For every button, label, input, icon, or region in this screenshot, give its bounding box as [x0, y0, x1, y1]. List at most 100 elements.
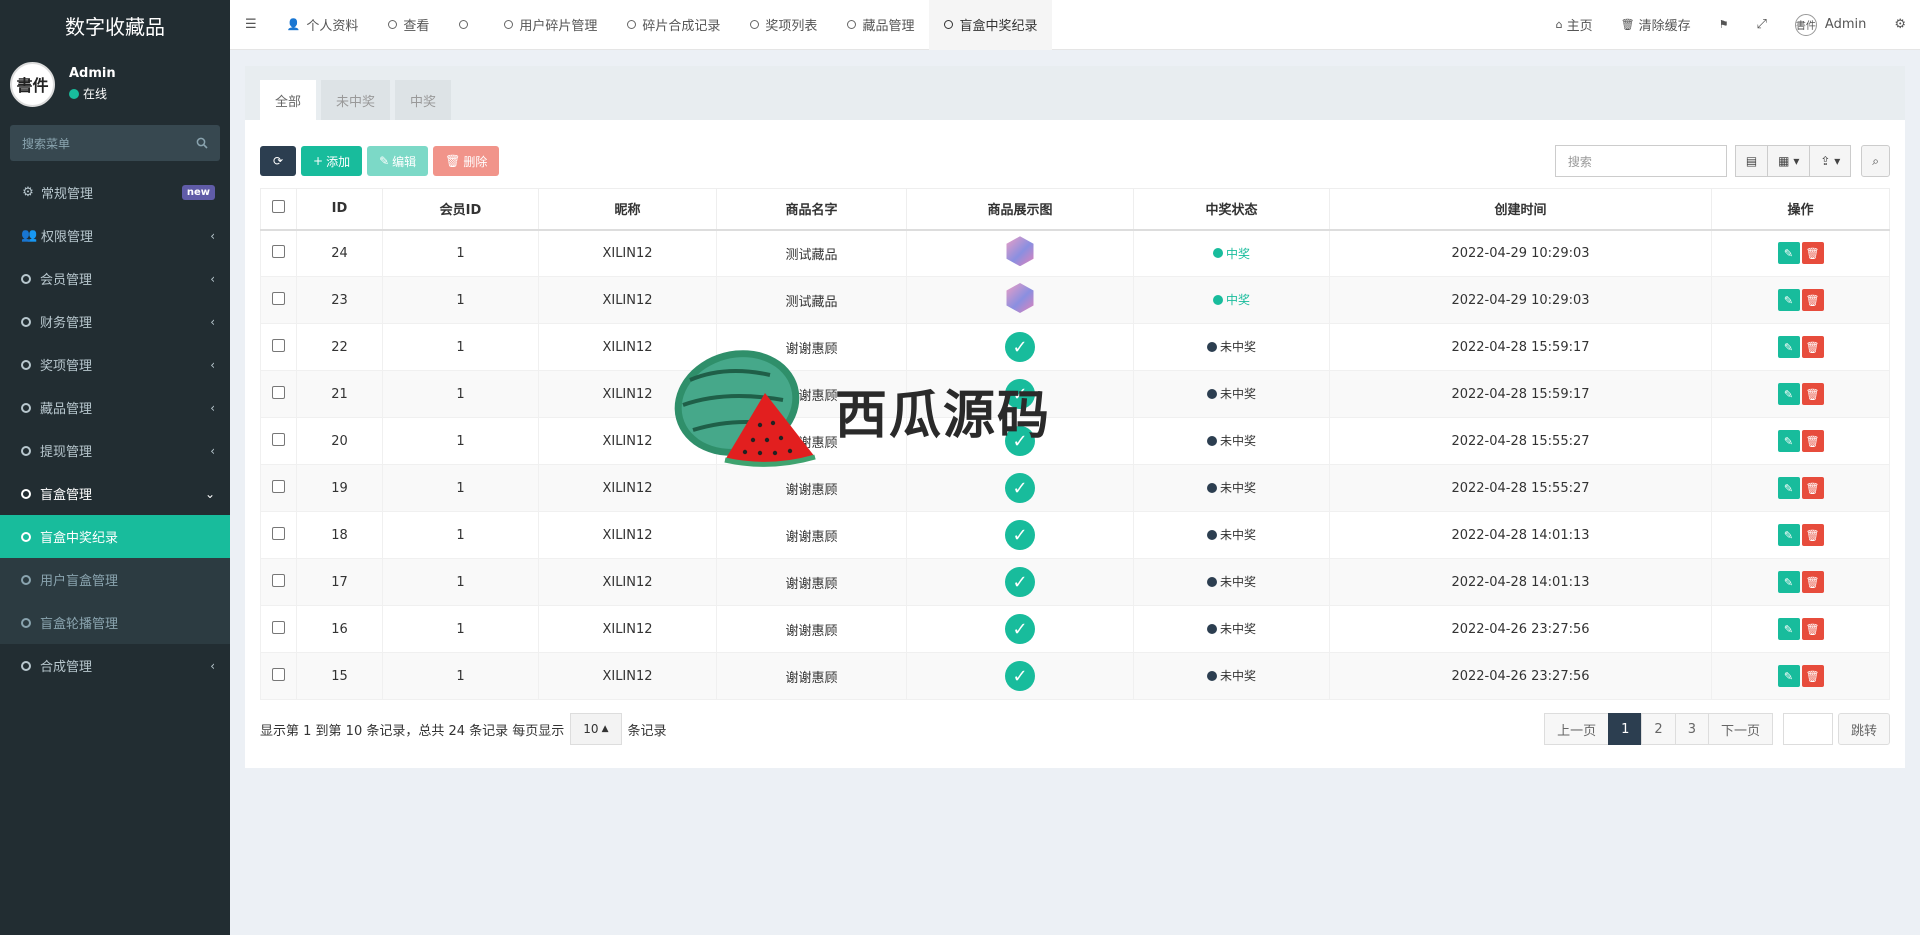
check-circle-icon[interactable]: ✓	[1005, 473, 1035, 503]
settings-button[interactable]: ⚙	[1880, 0, 1920, 50]
brand-title[interactable]: 数字收藏品	[0, 0, 230, 50]
row-edit-button[interactable]: ✎	[1777, 618, 1800, 640]
row-edit-button[interactable]: ✎	[1777, 383, 1800, 405]
check-circle-icon[interactable]: ✓	[1005, 567, 1035, 597]
toggle-view-button[interactable]: ▤	[1734, 145, 1769, 177]
status-badge[interactable]: 中奖	[1212, 245, 1250, 262]
table-row[interactable]: 23 1 XILIN12 测试藏品 中奖 2022-04-29 10:29:03 ✎ 🗑	[260, 276, 1890, 324]
jump-button[interactable]: 跳转	[1837, 713, 1890, 745]
columns-button[interactable]: ▦ ▾	[1768, 145, 1811, 177]
table-row[interactable]: 17 1 XILIN12 谢谢惠顾 ✓ 未中奖 2022-04-28 14:01:13 ✎ 🗑	[260, 558, 1890, 606]
row-edit-button[interactable]: ✎	[1777, 571, 1800, 593]
status-badge[interactable]: 中奖	[1212, 291, 1250, 308]
tab-profile[interactable]: 👤 个人资料	[272, 0, 374, 50]
product-thumbnail[interactable]	[1006, 236, 1034, 267]
row-checkbox[interactable]	[272, 526, 285, 540]
row-checkbox[interactable]	[272, 479, 285, 493]
sidebar-subitem-blindbox-carousel[interactable]: 盲盒轮播管理	[0, 601, 230, 644]
clear-cache-button[interactable]: 🗑 清除缓存	[1607, 0, 1705, 50]
delete-button[interactable]: 🗑 删除	[433, 146, 500, 176]
row-checkbox[interactable]	[272, 573, 285, 587]
row-delete-button[interactable]: 🗑	[1801, 618, 1824, 640]
table-row[interactable]: 18 1 XILIN12 谢谢惠顾 ✓ 未中奖 2022-04-28 14:01:13 ✎ 🗑	[260, 511, 1890, 559]
row-delete-button[interactable]: 🗑	[1801, 477, 1824, 499]
status-badge[interactable]: 未中奖	[1206, 479, 1256, 496]
status-badge[interactable]: 未中奖	[1206, 385, 1256, 402]
row-delete-button[interactable]: 🗑	[1801, 430, 1824, 452]
row-delete-button[interactable]: 🗑	[1801, 242, 1824, 265]
row-checkbox[interactable]	[272, 620, 285, 634]
add-button[interactable]: + 添加	[301, 146, 363, 176]
row-edit-button[interactable]: ✎	[1777, 242, 1800, 265]
sidebar-item-general[interactable]: ⚙ 常规管理 new	[0, 171, 230, 214]
tab-fragment-synthesis[interactable]: 碎片合成记录	[612, 0, 735, 50]
table-row[interactable]: 24 1 XILIN12 测试藏品 中奖 2022-04-29 10:29:03 ✎ 🗑	[260, 229, 1890, 277]
sidebar-item-member[interactable]: 会员管理 ‹	[0, 257, 230, 300]
row-edit-button[interactable]: ✎	[1777, 524, 1800, 546]
check-circle-icon[interactable]: ✓	[1005, 661, 1035, 691]
row-checkbox[interactable]	[272, 385, 285, 399]
table-row[interactable]: 19 1 XILIN12 谢谢惠顾 ✓ 未中奖 2022-04-28 15:55:27 ✎ 🗑	[260, 464, 1890, 512]
row-edit-button[interactable]: ✎	[1777, 336, 1800, 358]
home-link[interactable]: ⌂ 主页	[1542, 0, 1607, 50]
tab-blindbox-records[interactable]: 盲盒中奖纪录	[929, 0, 1053, 50]
row-checkbox[interactable]	[272, 291, 285, 305]
page-2-button[interactable]: 2	[1641, 713, 1676, 745]
status-badge[interactable]: 未中奖	[1206, 573, 1256, 590]
refresh-button[interactable]: ⟳	[260, 146, 296, 176]
col-product-image[interactable]: 商品展示图	[906, 188, 1134, 231]
col-nickname[interactable]: 昵称	[538, 188, 717, 231]
page-size-select[interactable]: 10 ▲	[570, 713, 622, 745]
row-checkbox[interactable]	[272, 338, 285, 352]
sidebar-item-collection[interactable]: 藏品管理 ‹	[0, 386, 230, 429]
status-badge[interactable]: 未中奖	[1206, 338, 1256, 355]
row-delete-button[interactable]: 🗑	[1801, 665, 1824, 687]
sidebar-item-finance[interactable]: 财务管理 ‹	[0, 300, 230, 343]
tab-not-won[interactable]: 未中奖	[321, 80, 391, 120]
row-delete-button[interactable]: 🗑	[1801, 571, 1824, 593]
page-1-button[interactable]: 1	[1608, 713, 1643, 745]
advanced-search-button[interactable]: ⌕	[1861, 145, 1890, 177]
sidebar-item-withdraw[interactable]: 提现管理 ‹	[0, 429, 230, 472]
jump-page-input[interactable]	[1782, 713, 1833, 745]
check-circle-icon[interactable]: ✓	[1005, 614, 1035, 644]
col-created-time[interactable]: 创建时间	[1329, 188, 1712, 231]
row-checkbox[interactable]	[272, 667, 285, 681]
sidebar-item-blindbox[interactable]: 盲盒管理 ⌄	[0, 472, 230, 515]
export-button[interactable]: ⇪ ▾	[1810, 145, 1852, 177]
sidebar-subitem-blindbox-records[interactable]: 盲盒中奖纪录	[0, 515, 230, 558]
sidebar-item-prize[interactable]: 奖项管理 ‹	[0, 343, 230, 386]
status-badge[interactable]: 未中奖	[1206, 620, 1256, 637]
col-status[interactable]: 中奖状态	[1133, 188, 1330, 231]
row-delete-button[interactable]: 🗑	[1801, 289, 1824, 311]
table-row[interactable]: 16 1 XILIN12 谢谢惠顾 ✓ 未中奖 2022-04-26 23:27:56 ✎ 🗑	[260, 605, 1890, 653]
edit-button[interactable]: ✎ 编辑	[367, 146, 429, 176]
language-button[interactable]: ⚑	[1705, 0, 1743, 50]
col-product-name[interactable]: 商品名字	[716, 188, 907, 231]
sidebar-item-synthesis[interactable]: 合成管理 ‹	[0, 644, 230, 687]
next-page-button[interactable]: 下一页	[1707, 713, 1773, 745]
fullscreen-button[interactable]: ⤢	[1743, 0, 1781, 50]
tab-all[interactable]: 全部	[260, 80, 317, 120]
prev-page-button[interactable]: 上一页	[1544, 713, 1610, 745]
tab-prize-list[interactable]: 奖项列表	[735, 0, 832, 50]
row-edit-button[interactable]: ✎	[1777, 430, 1800, 452]
row-checkbox[interactable]	[272, 244, 285, 258]
sidebar-item-permission[interactable]: 👥 权限管理 ‹	[0, 214, 230, 257]
row-delete-button[interactable]: 🗑	[1801, 383, 1824, 405]
status-badge[interactable]: 未中奖	[1206, 526, 1256, 543]
menu-toggle-button[interactable]: ☰	[230, 0, 272, 50]
col-member-id[interactable]: 会员ID	[382, 188, 539, 231]
row-checkbox[interactable]	[272, 432, 285, 446]
check-circle-icon[interactable]: ✓	[1005, 520, 1035, 550]
status-badge[interactable]: 未中奖	[1206, 432, 1256, 449]
select-all-checkbox[interactable]	[272, 200, 285, 214]
table-row[interactable]: 15 1 XILIN12 谢谢惠顾 ✓ 未中奖 2022-04-26 23:27:56 ✎ 🗑	[260, 652, 1890, 700]
sidebar-subitem-user-blindbox[interactable]: 用户盲盒管理	[0, 558, 230, 601]
user-menu[interactable]: 書件 Admin	[1781, 0, 1880, 50]
col-id[interactable]: ID	[296, 188, 383, 231]
page-3-button[interactable]: 3	[1674, 713, 1709, 745]
tab-blank[interactable]	[444, 0, 489, 50]
row-edit-button[interactable]: ✎	[1777, 477, 1800, 499]
row-edit-button[interactable]: ✎	[1777, 665, 1800, 687]
